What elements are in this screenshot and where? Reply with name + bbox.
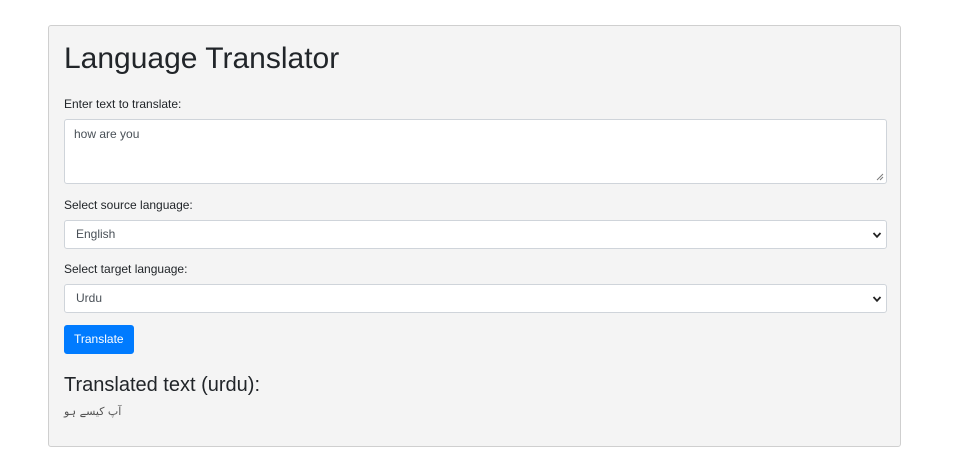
translator-card: Language Translator Enter text to transl… [48, 25, 901, 447]
chevron-down-icon [872, 296, 882, 303]
text-to-translate-value: how are you [74, 127, 140, 141]
text-input-label: Enter text to translate: [64, 97, 182, 111]
chevron-down-icon [872, 232, 882, 239]
target-language-select[interactable]: Urdu [64, 284, 887, 313]
translate-button[interactable]: Translate [64, 325, 134, 354]
target-language-label: Select target language: [64, 262, 188, 276]
translated-text-output: آپ کیسے ہو [64, 405, 122, 418]
source-language-select[interactable]: English [64, 220, 887, 249]
resize-handle-icon[interactable] [876, 173, 884, 181]
source-language-value: English [76, 227, 116, 241]
source-language-label: Select source language: [64, 198, 193, 212]
page-title: Language Translator [64, 42, 340, 75]
target-language-value: Urdu [76, 291, 103, 305]
text-to-translate-input[interactable]: how are you [64, 119, 887, 184]
translated-text-heading: Translated text (urdu): [64, 374, 261, 396]
